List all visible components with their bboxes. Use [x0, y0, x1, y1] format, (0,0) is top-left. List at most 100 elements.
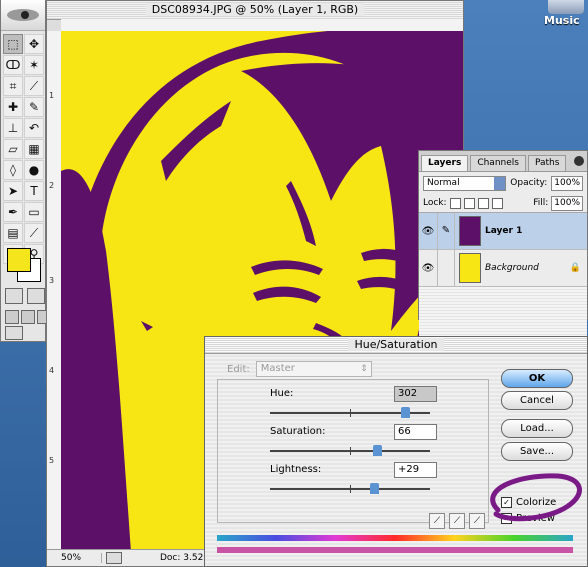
- music-folder-icon: [548, 0, 584, 14]
- output-color-bar: [217, 547, 573, 553]
- document-status-icon[interactable]: [106, 552, 122, 564]
- brush-link-icon: [437, 250, 455, 286]
- magic-wand-icon[interactable]: ✶: [24, 55, 44, 75]
- saturation-slider-handle[interactable]: [373, 445, 382, 456]
- input-spectrum-bar: [217, 535, 573, 541]
- load-button[interactable]: Load...: [501, 419, 573, 438]
- blend-mode-select[interactable]: Normal: [423, 175, 507, 191]
- eyedropper-group: ⟋ ⟋ ⟋: [429, 513, 485, 529]
- fill-field[interactable]: 100%: [551, 195, 583, 211]
- zoom-level[interactable]: 50%: [47, 553, 102, 563]
- track-center-tick: [350, 485, 351, 493]
- track-center-tick: [350, 409, 351, 417]
- screen-mode-standard-icon[interactable]: [5, 310, 19, 324]
- opacity-field[interactable]: 100%: [551, 175, 583, 191]
- eraser-icon[interactable]: ▱: [3, 139, 23, 159]
- hue-saturation-dialog: Hue/Saturation Edit: Master Hue: 302 Sat…: [204, 336, 588, 567]
- lock-position-icon[interactable]: [477, 197, 489, 209]
- pen-icon[interactable]: ✒: [3, 202, 23, 222]
- saturation-track[interactable]: [270, 445, 430, 456]
- music-label: Music: [544, 14, 580, 27]
- layers-empty-area: [419, 287, 587, 341]
- history-brush-icon[interactable]: ↶: [24, 118, 44, 138]
- brush-link-icon: ✎: [437, 213, 455, 249]
- ruler-mark: 4: [49, 366, 55, 375]
- palette-menu-arrow-icon[interactable]: [574, 156, 584, 166]
- stamp-icon[interactable]: ⊥: [3, 118, 23, 138]
- tab-channels[interactable]: Channels: [470, 155, 526, 171]
- ruler-mark: 3: [49, 276, 55, 285]
- layers-palette: Layers Channels Paths Normal Opacity: 10…: [418, 150, 588, 341]
- tab-paths[interactable]: Paths: [527, 155, 567, 171]
- layer-name: Layer 1: [485, 226, 523, 236]
- foreground-color-swatch[interactable]: [7, 248, 31, 272]
- layer-thumbnail: [459, 253, 481, 283]
- lock-all-icon[interactable]: [491, 197, 503, 209]
- edit-row: Edit: Master: [227, 361, 372, 377]
- tab-layers[interactable]: Layers: [421, 155, 469, 171]
- notes-icon[interactable]: ▤: [3, 223, 23, 243]
- move-icon[interactable]: ✥: [24, 34, 44, 54]
- tools-palette: ⬚ ✥ ↀ ✶ ⌗ ⟋ ✚ ✎ ⊥ ↶ ▱ ▦ ◊ ● ➤ T ✒ ▭ ▤ ⟋ …: [0, 0, 51, 342]
- healing-icon[interactable]: ✚: [3, 97, 23, 117]
- gradient-icon[interactable]: ▦: [24, 139, 44, 159]
- visibility-eye-icon[interactable]: 👁: [419, 226, 437, 237]
- lasso-icon[interactable]: ↀ: [3, 55, 23, 75]
- adjustment-group: Hue: 302 Saturation: 66 Lightness: +29: [217, 379, 489, 523]
- dialog-title-bar[interactable]: Hue/Saturation: [205, 337, 587, 354]
- save-button[interactable]: Save...: [501, 442, 573, 461]
- layer-row-background[interactable]: 👁 Background 🔒: [419, 250, 587, 287]
- track-center-tick: [350, 447, 351, 455]
- ruler-mark: 5: [49, 456, 55, 465]
- ruler-mark: 2: [49, 181, 55, 190]
- blend-mode-value: Normal: [427, 178, 460, 188]
- blur-icon[interactable]: ◊: [3, 160, 23, 180]
- lightness-field[interactable]: +29: [394, 462, 437, 478]
- type-icon[interactable]: T: [24, 181, 44, 201]
- path-select-icon[interactable]: ➤: [3, 181, 23, 201]
- layer-name: Background: [485, 263, 539, 273]
- slice-icon[interactable]: ⟋: [24, 76, 44, 96]
- lock-transparency-icon[interactable]: [449, 197, 461, 209]
- annotation-circle: [490, 473, 582, 522]
- layer-thumbnail: [459, 216, 481, 246]
- music-desktop-icon[interactable]: Music: [540, 0, 588, 30]
- layer-row-layer-1[interactable]: 👁 ✎ Layer 1: [419, 213, 587, 250]
- screen-mode-full-menu-icon[interactable]: [21, 310, 35, 324]
- lock-pixels-icon[interactable]: [463, 197, 475, 209]
- standard-mode-icon[interactable]: [5, 288, 23, 304]
- eyedropper-icon[interactable]: ⟋: [24, 223, 44, 243]
- document-title: DSC08934.JPG @ 50% (Layer 1, RGB): [145, 3, 365, 16]
- ruler-vertical: 1 2 3 4 5: [47, 31, 62, 550]
- chevron-down-icon: [494, 176, 506, 190]
- quick-mask-icon[interactable]: [27, 288, 45, 304]
- hue-track[interactable]: [270, 407, 430, 418]
- hue-field[interactable]: 302: [394, 386, 437, 402]
- hue-label: Hue:: [270, 388, 294, 399]
- lightness-track[interactable]: [270, 483, 430, 494]
- shape-icon[interactable]: ▭: [24, 202, 44, 222]
- tools-header[interactable]: [1, 0, 45, 31]
- lock-label: Lock:: [423, 198, 447, 208]
- hue-slider-handle[interactable]: [401, 407, 410, 418]
- cancel-button[interactable]: Cancel: [501, 391, 573, 410]
- eyedropper-plus-icon[interactable]: ⟋: [449, 513, 465, 529]
- lock-icon: 🔒: [569, 263, 581, 273]
- marquee-icon[interactable]: ⬚: [3, 34, 23, 54]
- saturation-field[interactable]: 66: [394, 424, 437, 440]
- document-title-bar[interactable]: DSC08934.JPG @ 50% (Layer 1, RGB): [47, 1, 463, 20]
- lightness-slider-handle[interactable]: [370, 483, 379, 494]
- photoshop-eye-icon: [7, 9, 39, 21]
- eyedropper-icon[interactable]: ⟋: [429, 513, 445, 529]
- dodge-icon[interactable]: ●: [24, 160, 44, 180]
- edit-channel-select[interactable]: Master: [255, 361, 372, 377]
- ok-button[interactable]: OK: [501, 369, 573, 388]
- saturation-label: Saturation:: [270, 426, 326, 437]
- lightness-label: Lightness:: [270, 464, 322, 475]
- jump-to-imageready-icon[interactable]: [5, 326, 23, 340]
- dialog-title: Hue/Saturation: [348, 338, 444, 351]
- visibility-eye-icon[interactable]: 👁: [419, 263, 437, 274]
- fill-label: Fill:: [533, 198, 549, 208]
- crop-icon[interactable]: ⌗: [3, 76, 23, 96]
- brush-icon[interactable]: ✎: [24, 97, 44, 117]
